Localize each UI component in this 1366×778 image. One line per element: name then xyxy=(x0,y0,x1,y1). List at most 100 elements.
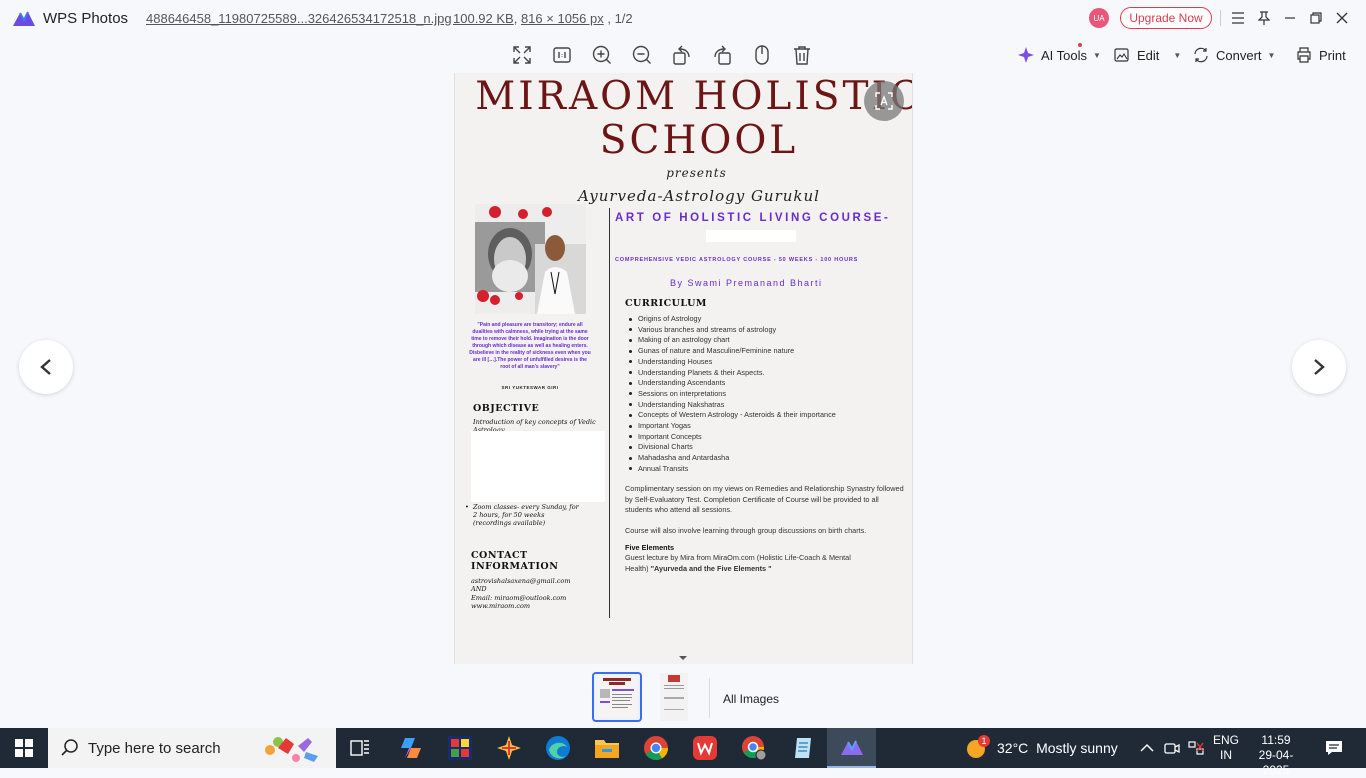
clock-date: 29-04-2025 xyxy=(1258,748,1294,777)
rotate-left-icon[interactable] xyxy=(671,44,693,66)
network-icon[interactable] xyxy=(1182,734,1210,762)
notepad-icon[interactable] xyxy=(789,734,817,762)
actual-size-icon[interactable] xyxy=(551,44,573,66)
curriculum-item: Gunas of nature and Masculine/Feminine n… xyxy=(629,346,836,357)
language-code: ENG xyxy=(1213,733,1240,747)
curriculum-item: Understanding Ascendants xyxy=(629,378,836,389)
course-title: ART OF HOLISTIC LIVING COURSE- xyxy=(615,212,891,224)
edit-label: Edit xyxy=(1137,47,1160,63)
contact-heading-line-1: CONTACT xyxy=(471,550,528,561)
fit-screen-icon[interactable] xyxy=(511,44,533,66)
thumbnail-preview-icon xyxy=(597,676,637,718)
thumbnail-preview-icon xyxy=(660,673,688,721)
chrome-profile-icon[interactable] xyxy=(740,734,768,762)
ai-extract-button[interactable] xyxy=(864,81,904,121)
chevron-right-icon xyxy=(1314,359,1325,375)
curriculum-item: Various branches and streams of astrolog… xyxy=(629,325,836,336)
language-indicator[interactable]: ENG IN xyxy=(1213,733,1239,763)
course-subtitle: COMPREHENSIVE VEDIC ASTROLOGY COURSE - 5… xyxy=(615,257,859,263)
sparkle-app-icon[interactable] xyxy=(495,734,523,762)
clock[interactable]: 11:59 29-04-2025 xyxy=(1250,733,1302,778)
previous-image-button[interactable] xyxy=(19,340,73,394)
copilot-icon[interactable] xyxy=(397,734,425,762)
contact-email: astrovishalsaxena@gmail.com xyxy=(471,577,571,585)
edge-icon[interactable] xyxy=(544,734,572,762)
search-icon xyxy=(61,739,78,756)
restore-icon[interactable] xyxy=(1306,8,1326,28)
wps-photos-icon xyxy=(841,740,863,755)
chevron-down-icon: ▼ xyxy=(1267,50,1276,60)
thumbnail-page-2[interactable] xyxy=(649,672,699,722)
guest-line-2-prefix: Health) xyxy=(625,563,651,573)
contact-heading-line-2: INFORMATION xyxy=(471,561,559,572)
photo-portraits xyxy=(475,204,586,314)
flip-icon[interactable] xyxy=(751,44,773,66)
chevron-up-icon[interactable] xyxy=(1133,734,1161,762)
curriculum-item: Understanding Nakshatras xyxy=(629,400,836,411)
guest-lecture-text: Guest lecture by Mira from MiraOm.com (H… xyxy=(625,553,907,574)
taskbar-wps-photos-active[interactable] xyxy=(827,728,876,768)
print-icon xyxy=(1297,47,1311,63)
windows-logo-icon xyxy=(15,739,33,757)
print-label: Print xyxy=(1319,47,1346,63)
rotate-right-icon[interactable] xyxy=(711,44,733,66)
ai-tools-label: AI Tools xyxy=(1041,47,1088,63)
file-meta: 100.92 KB, 816 × 1056 px , 1/2 xyxy=(453,11,633,26)
minimize-icon[interactable] xyxy=(1280,8,1300,28)
convert-icon xyxy=(1194,47,1208,63)
edit-button[interactable]: Edit ▼ xyxy=(1114,44,1181,66)
redacted-area xyxy=(471,431,605,502)
curriculum-item: Making of an astrology chart xyxy=(629,335,836,346)
convert-label: Convert xyxy=(1216,47,1262,63)
document-image[interactable]: MIRAOM HOLISTIC SCHOOL presents Ayurveda… xyxy=(454,73,913,664)
convert-button[interactable]: Convert ▼ xyxy=(1193,44,1275,66)
contact-and: AND xyxy=(471,585,487,593)
curriculum-item: Origins of Astrology xyxy=(629,314,836,325)
file-size: 100.92 KB xyxy=(453,11,514,26)
column-divider xyxy=(609,208,610,618)
app-name: WPS Photos xyxy=(43,10,129,27)
presents-text: presents xyxy=(666,166,727,180)
ai-tools-button[interactable]: AI Tools ▼ xyxy=(1018,44,1101,66)
objective-item: Introduction of key concepts of Vedic As… xyxy=(473,418,601,432)
clock-time: 11:59 xyxy=(1261,733,1291,747)
print-button[interactable]: Print xyxy=(1296,44,1346,66)
file-name[interactable]: 488646458_11980725589...326426534172518_… xyxy=(146,11,452,26)
collapse-thumbnails-icon[interactable] xyxy=(676,654,690,662)
thumbnail-page-1[interactable] xyxy=(592,672,642,722)
title-line-2: SCHOOL xyxy=(599,118,799,163)
start-button[interactable] xyxy=(0,728,48,768)
zoom-out-icon[interactable] xyxy=(631,44,653,66)
media-app-icon[interactable] xyxy=(446,734,474,762)
pin-icon[interactable] xyxy=(1254,8,1274,28)
upgrade-now-button[interactable]: Upgrade Now xyxy=(1120,7,1212,29)
objective-heading: OBJECTIVE xyxy=(473,403,540,414)
wps-office-icon[interactable] xyxy=(691,734,719,762)
all-images-link[interactable]: All Images xyxy=(723,692,779,706)
quote-text: "Pain and pleasure are transitory; endur… xyxy=(469,322,591,370)
complimentary-paragraph: Complimentary session on my views on Rem… xyxy=(625,484,904,514)
menu-icon[interactable] xyxy=(1228,8,1248,28)
curriculum-item: Divisional Charts xyxy=(629,442,836,453)
next-image-button[interactable] xyxy=(1292,340,1346,394)
document-title: MIRAOM HOLISTIC SCHOOL xyxy=(455,75,912,163)
curriculum-item: Mahadasha and Antardasha xyxy=(629,453,836,464)
zoom-in-icon[interactable] xyxy=(591,44,613,66)
avatar[interactable]: UA xyxy=(1089,8,1109,28)
close-icon[interactable] xyxy=(1332,8,1352,28)
notifications-icon[interactable] xyxy=(1320,734,1348,762)
file-dimensions: 816 × 1056 px xyxy=(520,11,604,26)
file-explorer-icon[interactable] xyxy=(593,734,621,762)
curriculum-item: Sessions on interpretations xyxy=(629,389,836,400)
chevron-down-icon: ▼ xyxy=(1173,50,1182,60)
region-code: IN xyxy=(1220,748,1232,762)
task-view-icon[interactable] xyxy=(346,734,374,762)
delete-icon[interactable] xyxy=(791,44,813,66)
chrome-icon[interactable] xyxy=(642,734,670,762)
objective-item: Zoom classes- every Sunday, for 2 hours,… xyxy=(465,503,583,527)
guest-line-1: Guest lecture by Mira from MiraOm.com (H… xyxy=(625,553,851,562)
curriculum-item: Important Concepts xyxy=(629,432,836,443)
taskbar-search[interactable]: Type here to search xyxy=(48,728,336,768)
weather-temperature[interactable]: 32°C Mostly sunny xyxy=(997,740,1118,756)
curriculum-list: Origins of Astrology Various branches and… xyxy=(629,314,836,475)
